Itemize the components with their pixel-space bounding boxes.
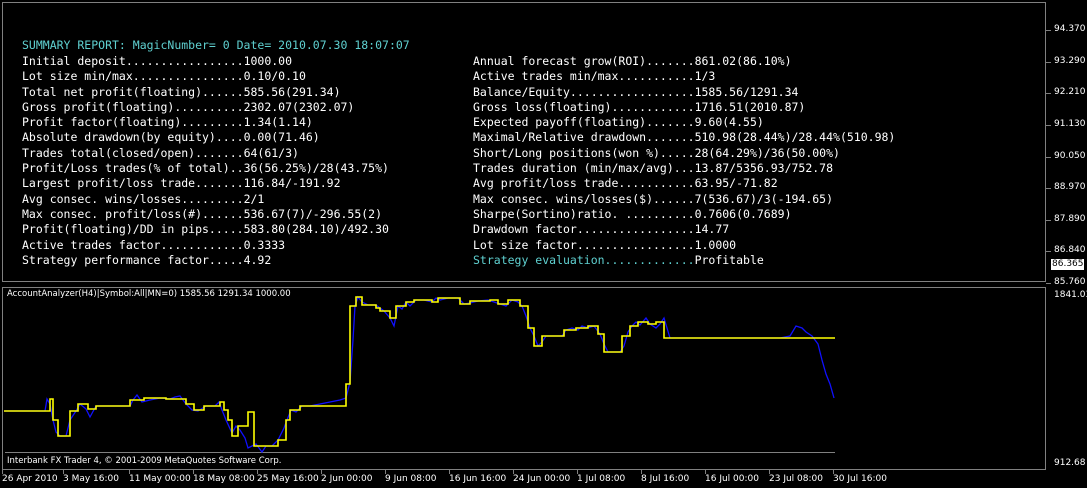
time-label: 9 Jun 08:00	[385, 474, 437, 484]
time-label: 26 Apr 2010	[2, 474, 58, 484]
time-label: 1 Jul 08:00	[577, 474, 626, 484]
indicator-lines	[4, 295, 835, 454]
time-label: 18 May 08:00	[193, 474, 255, 484]
time-label: 30 Jul 16:00	[833, 474, 887, 484]
time-label: 11 May 00:00	[129, 474, 191, 484]
time-axis[interactable]: 26 Apr 2010 3 May 16:00 11 May 00:00 18 …	[0, 470, 1087, 488]
time-label: 24 Jun 00:00	[513, 474, 571, 484]
time-label: 25 May 16:00	[257, 474, 319, 484]
balance-line	[4, 296, 835, 447]
time-label: 2 Jun 00:00	[321, 474, 373, 484]
time-label: 23 Jul 08:00	[769, 474, 823, 484]
time-label: 8 Jul 16:00	[641, 474, 690, 484]
time-label: 16 Jun 16:00	[449, 474, 507, 484]
equity-line	[4, 295, 835, 454]
time-label: 16 Jul 00:00	[705, 474, 759, 484]
time-label: 3 May 16:00	[63, 474, 119, 484]
